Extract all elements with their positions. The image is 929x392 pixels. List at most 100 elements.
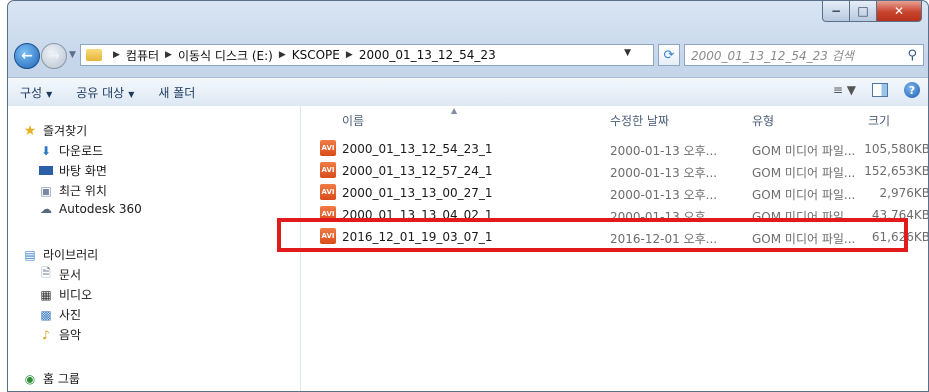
file-row[interactable]: AVI 2000_01_13_13_00_27_1 2000-01-13 오후.… (318, 182, 929, 204)
file-type: GOM 미디어 파일... (752, 144, 856, 158)
file-row[interactable]: AVI 2000_01_13_12_54_23_1 2000-01-13 오후.… (318, 138, 929, 160)
sidebar-item-pictures[interactable]: ▩ 사진 (38, 306, 81, 323)
file-size: 152,653KB (864, 164, 929, 178)
address-bar[interactable]: ▶ 컴퓨터 ▶ 이동식 디스크 (E:) ▶ KSCOPE ▶ 2000_01_… (80, 44, 654, 66)
file-type: GOM 미디어 파일... (752, 210, 856, 224)
file-modified: 2016-12-01 오후... (610, 232, 718, 246)
minimize-button[interactable]: − (822, 1, 850, 22)
homegroup-icon: ◉ (24, 371, 36, 386)
document-icon: 🗎 (41, 266, 51, 280)
avi-file-icon: AVI (320, 228, 336, 244)
breadcrumb-drive[interactable]: 이동식 디스크 (E:) (178, 47, 273, 64)
sidebar-item-label: 사진 (59, 308, 82, 322)
cloud-icon: ☁ (40, 202, 52, 216)
favorites-header[interactable]: ★ 즐겨찾기 (22, 122, 87, 139)
sidebar-item-music[interactable]: ♪ 음악 (38, 326, 81, 343)
desktop-icon (38, 164, 54, 178)
column-header-name[interactable]: 이름 (342, 112, 364, 129)
avi-file-icon: AVI (320, 206, 336, 222)
file-name: 2016_12_01_19_03_07_1 (342, 230, 493, 244)
change-view-icon[interactable]: ≡ ▼ (833, 83, 856, 97)
sidebar-item-autodesk[interactable]: ☁ Autodesk 360 (38, 202, 142, 216)
libraries-header[interactable]: ▤ 라이브러리 (22, 246, 98, 263)
share-with-menu[interactable]: 공유 대상 ▼ (76, 84, 134, 101)
chevron-right-icon[interactable]: ▶ (165, 50, 172, 60)
file-size: 2,976KB (879, 186, 929, 200)
sidebar-item-label: Autodesk 360 (59, 202, 142, 216)
chevron-right-icon[interactable]: ▶ (279, 50, 286, 60)
dropdown-arrow-icon: ▼ (128, 89, 135, 99)
sidebar-item-recent[interactable]: ▣ 최근 위치 (38, 182, 107, 199)
file-modified: 2000-01-13 오후... (610, 144, 718, 158)
favorites-label: 즐겨찾기 (43, 124, 88, 138)
film-icon: ▦ (40, 287, 52, 302)
chevron-right-icon[interactable]: ▶ (346, 50, 353, 60)
avi-file-icon: AVI (320, 184, 336, 200)
file-row[interactable]: AVI 2000_01_13_12_57_24_1 2000-01-13 오후.… (318, 160, 929, 182)
file-size: 61,626KB (871, 230, 929, 244)
sidebar-item-label: 비디오 (59, 288, 93, 302)
history-dropdown-icon[interactable]: ▼ (69, 50, 76, 60)
download-folder-icon: ⬇ (40, 143, 52, 158)
file-modified: 2000-01-13 오후... (610, 210, 718, 224)
refresh-button[interactable]: ⟳ (658, 44, 680, 66)
breadcrumb-current-folder[interactable]: 2000_01_13_12_54_23 (359, 48, 496, 62)
sidebar-item-label: 음악 (59, 328, 82, 342)
libraries-label: 라이브러리 (43, 248, 99, 262)
star-icon: ★ (23, 122, 37, 139)
new-folder-button[interactable]: 새 폴더 (158, 84, 195, 101)
file-type: GOM 미디어 파일... (752, 166, 856, 180)
navigation-row: ← → ▼ ▶ 컴퓨터 ▶ 이동식 디스크 (E:) ▶ KSCOPE ▶ 20… (8, 41, 928, 69)
sidebar-item-desktop[interactable]: 바탕 화면 (38, 162, 107, 179)
sidebar-item-label: 최근 위치 (59, 184, 107, 198)
folder-icon (86, 49, 102, 61)
help-icon[interactable]: ? (904, 82, 920, 98)
file-name: 2000_01_13_13_04_02_1 (342, 208, 493, 222)
search-placeholder: 2000_01_13_12_54_23 검색 (691, 48, 854, 63)
file-size: 43,764KB (871, 208, 929, 222)
back-button[interactable]: ← (14, 43, 40, 69)
file-type: GOM 미디어 파일... (752, 232, 856, 246)
column-header-modified[interactable]: 수정한 날짜 (610, 112, 669, 129)
sidebar-item-label: 문서 (59, 268, 82, 282)
file-size: 105,580KB (864, 142, 929, 156)
breadcrumb-computer[interactable]: 컴퓨터 (126, 47, 159, 64)
chevron-right-icon[interactable]: ▶ (113, 50, 120, 60)
library-icon: ▤ (24, 247, 36, 262)
column-header-type[interactable]: 유형 (752, 112, 774, 129)
search-box[interactable]: 2000_01_13_12_54_23 검색 ⚲ (684, 44, 924, 66)
picture-icon: ▩ (40, 307, 52, 322)
content-area: ★ 즐겨찾기 ⬇ 다운로드 바탕 화면 ▣ 최근 위치 ☁ Autodesk 3… (8, 106, 929, 391)
sidebar-item-videos[interactable]: ▦ 비디오 (38, 286, 92, 303)
music-note-icon: ♪ (42, 327, 50, 342)
avi-file-icon: AVI (320, 162, 336, 178)
sidebar-item-downloads[interactable]: ⬇ 다운로드 (38, 142, 103, 159)
file-row-selected[interactable]: AVI 2016_12_01_19_03_07_1 2016-12-01 오후.… (318, 226, 929, 248)
file-modified: 2000-01-13 오후... (610, 188, 718, 202)
forward-button[interactable]: → (41, 43, 67, 69)
file-modified: 2000-01-13 오후... (610, 166, 718, 180)
column-header-size[interactable]: 크기 (868, 112, 890, 129)
search-icon[interactable]: ⚲ (907, 48, 917, 63)
explorer-window: − □ ✕ ← → ▼ ▶ 컴퓨터 ▶ 이동식 디스크 (E:) ▶ KSCOP… (7, 0, 929, 392)
avi-file-icon: AVI (320, 140, 336, 156)
organize-menu[interactable]: 구성 ▼ (20, 84, 52, 101)
file-type: GOM 미디어 파일... (752, 188, 856, 202)
file-name: 2000_01_13_13_00_27_1 (342, 186, 493, 200)
window-caption-buttons: − □ ✕ (822, 1, 922, 23)
sort-ascending-icon: ▲ (451, 106, 458, 115)
maximize-button[interactable]: □ (850, 1, 877, 22)
sidebar-item-label: 다운로드 (59, 144, 104, 158)
breadcrumb-kscope[interactable]: KSCOPE (292, 48, 340, 62)
navigation-pane: ★ 즐겨찾기 ⬇ 다운로드 바탕 화면 ▣ 최근 위치 ☁ Autodesk 3… (8, 106, 301, 391)
close-button[interactable]: ✕ (877, 1, 922, 22)
preview-pane-icon[interactable] (872, 83, 888, 97)
share-label: 공유 대상 (76, 85, 125, 100)
dropdown-arrow-icon: ▼ (46, 89, 53, 99)
sidebar-item-documents[interactable]: 🗎 문서 (38, 266, 81, 283)
address-dropdown-icon[interactable]: ▼ (624, 48, 631, 58)
command-bar: 구성 ▼ 공유 대상 ▼ 새 폴더 ≡ ▼ ? (8, 77, 928, 107)
file-name: 2000_01_13_12_57_24_1 (342, 164, 493, 178)
file-row[interactable]: AVI 2000_01_13_13_04_02_1 2000-01-13 오후.… (318, 204, 929, 226)
homegroup-header[interactable]: ◉ 홈 그룹 (22, 370, 80, 387)
